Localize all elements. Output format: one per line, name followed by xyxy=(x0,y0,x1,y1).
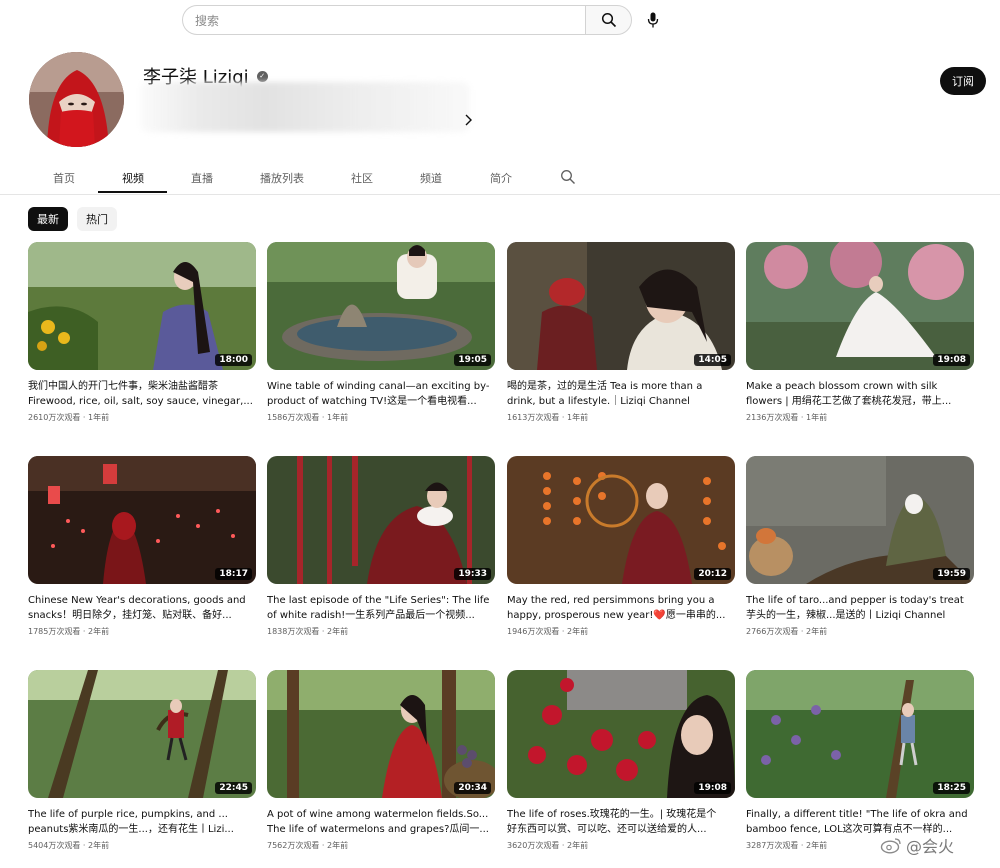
channel-search-icon[interactable] xyxy=(560,169,576,185)
video-thumbnail[interactable]: 20:34 xyxy=(267,670,495,798)
video-title[interactable]: Wine table of winding canal—an exciting … xyxy=(267,379,495,409)
thumbnail-image xyxy=(507,670,735,798)
video-meta: 7562万次观看 · 2年前 xyxy=(267,841,349,850)
tab-2[interactable]: 直播 xyxy=(191,170,213,186)
video-title[interactable]: May the red, red persimmons bring you a … xyxy=(507,593,735,623)
video-thumbnail[interactable]: 18:25 xyxy=(746,670,974,798)
video-title[interactable]: 喝的是茶，过的是生活 Tea is more than a drink, but… xyxy=(507,379,735,409)
video-title[interactable]: The life of purple rice, pumpkins, and .… xyxy=(28,807,256,837)
video-duration: 19:08 xyxy=(694,782,731,794)
video-card[interactable]: 19:08 The life of roses.玫瑰花的一生。| 玫瑰花是个 好东… xyxy=(507,670,735,851)
tab-0[interactable]: 首页 xyxy=(53,170,75,186)
video-duration: 20:34 xyxy=(454,782,491,794)
video-duration: 19:33 xyxy=(454,568,491,580)
video-meta: 2136万次观看 · 1年前 xyxy=(746,413,828,422)
thumbnail-image xyxy=(746,242,974,370)
chip-latest[interactable]: 最新 xyxy=(28,207,68,231)
thumbnail-image xyxy=(507,456,735,584)
tab-5[interactable]: 频道 xyxy=(420,170,442,186)
video-card[interactable]: 19:33 The last episode of the "Life Serie… xyxy=(267,456,495,637)
video-duration: 19:59 xyxy=(933,568,970,580)
chip-popular[interactable]: 热门 xyxy=(77,207,117,231)
video-duration: 18:00 xyxy=(215,354,252,366)
video-duration: 14:05 xyxy=(694,354,731,366)
active-tab-indicator xyxy=(98,191,167,193)
video-thumbnail[interactable]: 19:08 xyxy=(507,670,735,798)
video-duration: 20:12 xyxy=(694,568,731,580)
video-thumbnail[interactable]: 20:12 xyxy=(507,456,735,584)
video-title[interactable]: The life of roses.玫瑰花的一生。| 玫瑰花是个 好东西可以赏、… xyxy=(507,807,735,837)
video-meta: 1586万次观看 · 1年前 xyxy=(267,413,349,422)
thumbnail-image xyxy=(28,670,256,798)
tab-1[interactable]: 视频 xyxy=(122,170,144,186)
channel-tabs: 首页 视频 直播 播放列表 社区 频道 简介 xyxy=(0,160,1000,195)
weibo-logo-icon xyxy=(880,838,901,854)
video-thumbnail[interactable]: 19:05 xyxy=(267,242,495,370)
thumbnail-image xyxy=(28,456,256,584)
video-meta: 1613万次观看 · 1年前 xyxy=(507,413,589,422)
thumbnail-image xyxy=(267,456,495,584)
redacted-channel-info xyxy=(140,82,470,132)
video-card[interactable]: 18:17 Chinese New Year's decorations, goo… xyxy=(28,456,256,637)
video-card[interactable]: 19:05 Wine table of winding canal—an exci… xyxy=(267,242,495,423)
search-icon xyxy=(601,12,616,28)
video-meta: 1785万次观看 · 2年前 xyxy=(28,627,110,636)
tab-6[interactable]: 简介 xyxy=(490,170,512,186)
verified-badge-icon: ✓ xyxy=(256,70,268,82)
video-title[interactable]: A pot of wine among watermelon fields.So… xyxy=(267,807,495,837)
video-card[interactable]: 19:59 The life of taro...and pepper is to… xyxy=(746,456,974,637)
video-title[interactable]: Chinese New Year's decorations, goods an… xyxy=(28,593,256,623)
video-thumbnail[interactable]: 19:33 xyxy=(267,456,495,584)
video-title[interactable]: Make a peach blossom crown with silk flo… xyxy=(746,379,974,409)
video-thumbnail[interactable]: 14:05 xyxy=(507,242,735,370)
video-thumbnail[interactable]: 22:45 xyxy=(28,670,256,798)
video-meta: 1838万次观看 · 2年前 xyxy=(267,627,349,636)
video-duration: 18:17 xyxy=(215,568,252,580)
microphone-button[interactable] xyxy=(643,9,663,31)
video-card[interactable]: 18:00 我们中国人的开门七件事，柴米油盐酱醋茶 Firewood, rice,… xyxy=(28,242,256,423)
search-button[interactable] xyxy=(585,5,632,35)
video-meta: 2610万次观看 · 1年前 xyxy=(28,413,110,422)
video-card[interactable]: 20:34 A pot of wine among watermelon fiel… xyxy=(267,670,495,851)
microphone-icon xyxy=(647,12,659,28)
video-card[interactable]: 22:45 The life of purple rice, pumpkins, … xyxy=(28,670,256,851)
video-card[interactable]: 19:08 Make a peach blossom crown with sil… xyxy=(746,242,974,423)
video-thumbnail[interactable]: 18:00 xyxy=(28,242,256,370)
thumbnail-image xyxy=(507,242,735,370)
video-card[interactable]: 20:12 May the red, red persimmons bring y… xyxy=(507,456,735,637)
search-input[interactable]: 搜索 xyxy=(182,5,585,35)
video-thumbnail[interactable]: 18:17 xyxy=(28,456,256,584)
video-duration: 18:25 xyxy=(933,782,970,794)
video-title[interactable]: The life of taro...and pepper is today's… xyxy=(746,593,974,623)
thumbnail-image xyxy=(28,242,256,370)
chevron-right-icon[interactable] xyxy=(463,113,473,127)
watermark-text: @会火 xyxy=(906,837,955,856)
weibo-watermark: @会火 xyxy=(880,833,954,857)
avatar-image xyxy=(29,52,124,147)
video-meta: 2766万次观看 · 2年前 xyxy=(746,627,828,636)
subscribe-button[interactable]: 订阅 xyxy=(940,67,986,95)
video-card[interactable]: 14:05 喝的是茶，过的是生活 Tea is more than a drink… xyxy=(507,242,735,423)
thumbnail-image xyxy=(267,670,495,798)
thumbnail-image xyxy=(746,456,974,584)
search-bar: 搜索 xyxy=(182,5,632,35)
tab-3[interactable]: 播放列表 xyxy=(260,170,304,186)
video-title[interactable]: The last episode of the "Life Series": T… xyxy=(267,593,495,623)
thumbnail-image xyxy=(267,242,495,370)
thumbnail-image xyxy=(746,670,974,798)
video-thumbnail[interactable]: 19:59 xyxy=(746,456,974,584)
channel-avatar[interactable] xyxy=(29,52,124,147)
video-meta: 5404万次观看 · 2年前 xyxy=(28,841,110,850)
search-placeholder: 搜索 xyxy=(195,13,220,28)
video-duration: 19:08 xyxy=(933,354,970,366)
video-thumbnail[interactable]: 19:08 xyxy=(746,242,974,370)
video-duration: 22:45 xyxy=(215,782,252,794)
tab-4[interactable]: 社区 xyxy=(351,170,373,186)
video-title[interactable]: 我们中国人的开门七件事，柴米油盐酱醋茶 Firewood, rice, oil,… xyxy=(28,379,256,409)
video-meta: 3620万次观看 · 2年前 xyxy=(507,841,589,850)
video-duration: 19:05 xyxy=(454,354,491,366)
video-meta: 1946万次观看 · 2年前 xyxy=(507,627,589,636)
video-card[interactable]: 18:25 Finally, a different title! "The li… xyxy=(746,670,974,851)
